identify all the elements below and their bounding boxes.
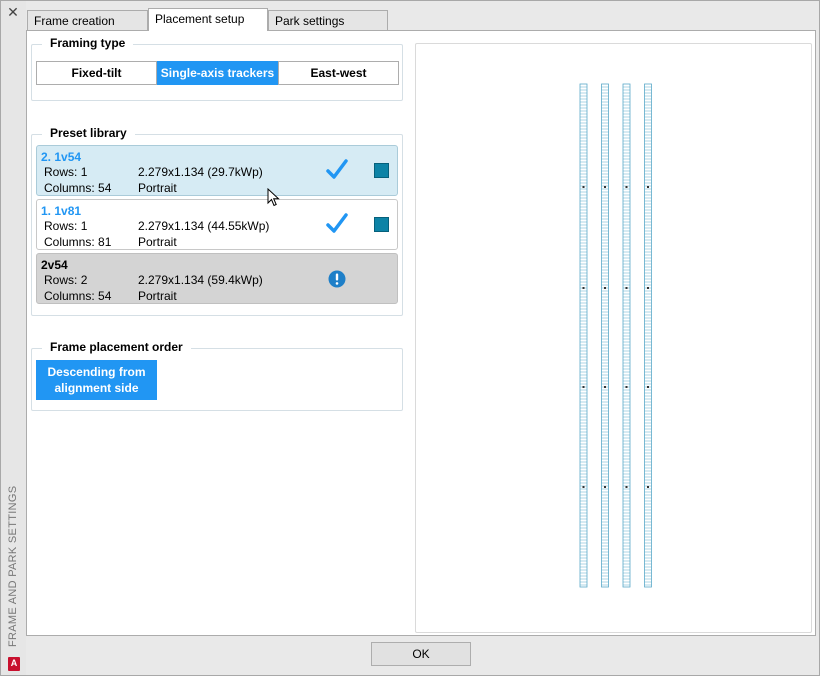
warning-icon bbox=[328, 270, 346, 288]
preset-library-group: Preset library 2. 1v54 Rows: 1 Columns: … bbox=[31, 126, 403, 316]
preset-rows: Rows: 2 bbox=[44, 273, 88, 287]
preset-rows: Rows: 1 bbox=[44, 165, 88, 179]
frame-placement-order-title: Frame placement order bbox=[42, 340, 191, 354]
preset-orientation: Portrait bbox=[138, 235, 177, 249]
preset-color-swatch[interactable] bbox=[374, 217, 389, 232]
placement-preview-canvas[interactable] bbox=[415, 43, 812, 633]
preset-size: 2.279x1.134 (29.7kWp) bbox=[138, 165, 263, 179]
preset-name: 1. 1v81 bbox=[41, 204, 82, 218]
preset-color-swatch[interactable] bbox=[374, 163, 389, 178]
preset-item[interactable]: 1. 1v81 Rows: 1 Columns: 81 2.279x1.134 … bbox=[36, 199, 398, 250]
tracker-row bbox=[579, 83, 588, 588]
framing-single-axis-button[interactable]: Single-axis trackers bbox=[157, 61, 278, 85]
tracker-row bbox=[622, 83, 631, 588]
preset-columns: Columns: 54 bbox=[44, 181, 112, 195]
side-strip: ✕ FRAME AND PARK SETTINGS A bbox=[1, 1, 26, 675]
descending-from-alignment-button[interactable]: Descending from alignment side bbox=[36, 360, 157, 400]
framing-east-west-button[interactable]: East-west bbox=[278, 61, 399, 85]
tracker-row bbox=[644, 83, 652, 588]
preset-library-title: Preset library bbox=[42, 126, 135, 140]
framing-type-group: Framing type Fixed-tilt Single-axis trac… bbox=[31, 36, 403, 101]
side-title-text: FRAME AND PARK SETTINGS bbox=[7, 485, 19, 647]
framing-type-title: Framing type bbox=[42, 36, 134, 50]
tab-content: Framing type Fixed-tilt Single-axis trac… bbox=[26, 30, 816, 636]
preset-item[interactable]: 2v54 Rows: 2 Columns: 54 2.279x1.134 (59… bbox=[36, 253, 398, 304]
ok-button[interactable]: OK bbox=[371, 642, 471, 666]
close-icon[interactable]: ✕ bbox=[5, 4, 21, 20]
frame-placement-order-group: Frame placement order Descending from al… bbox=[31, 340, 403, 411]
tracker-row bbox=[601, 83, 609, 588]
check-icon bbox=[326, 159, 348, 179]
framing-fixed-tilt-button[interactable]: Fixed-tilt bbox=[36, 61, 157, 85]
dialog-window: ✕ FRAME AND PARK SETTINGS A Frame creati… bbox=[0, 0, 820, 676]
preset-orientation: Portrait bbox=[138, 289, 177, 303]
side-title: FRAME AND PARK SETTINGS bbox=[4, 447, 22, 647]
preset-name: 2. 1v54 bbox=[41, 150, 82, 164]
tab-placement-setup[interactable]: Placement setup bbox=[148, 8, 268, 31]
tab-frame-creation[interactable]: Frame creation bbox=[27, 10, 148, 30]
preset-name: 2v54 bbox=[41, 258, 68, 272]
preset-orientation: Portrait bbox=[138, 181, 177, 195]
preset-columns: Columns: 54 bbox=[44, 289, 112, 303]
preset-size: 2.279x1.134 (44.55kWp) bbox=[138, 219, 270, 233]
preset-item[interactable]: 2. 1v54 Rows: 1 Columns: 54 2.279x1.134 … bbox=[36, 145, 398, 196]
preset-rows: Rows: 1 bbox=[44, 219, 88, 233]
mouse-cursor-icon bbox=[267, 188, 280, 207]
preset-columns: Columns: 81 bbox=[44, 235, 112, 249]
app-logo-icon: A bbox=[8, 657, 20, 671]
tab-park-settings[interactable]: Park settings bbox=[268, 10, 388, 30]
check-icon bbox=[326, 213, 348, 233]
tracker-preview bbox=[579, 83, 652, 588]
preset-size: 2.279x1.134 (59.4kWp) bbox=[138, 273, 263, 287]
